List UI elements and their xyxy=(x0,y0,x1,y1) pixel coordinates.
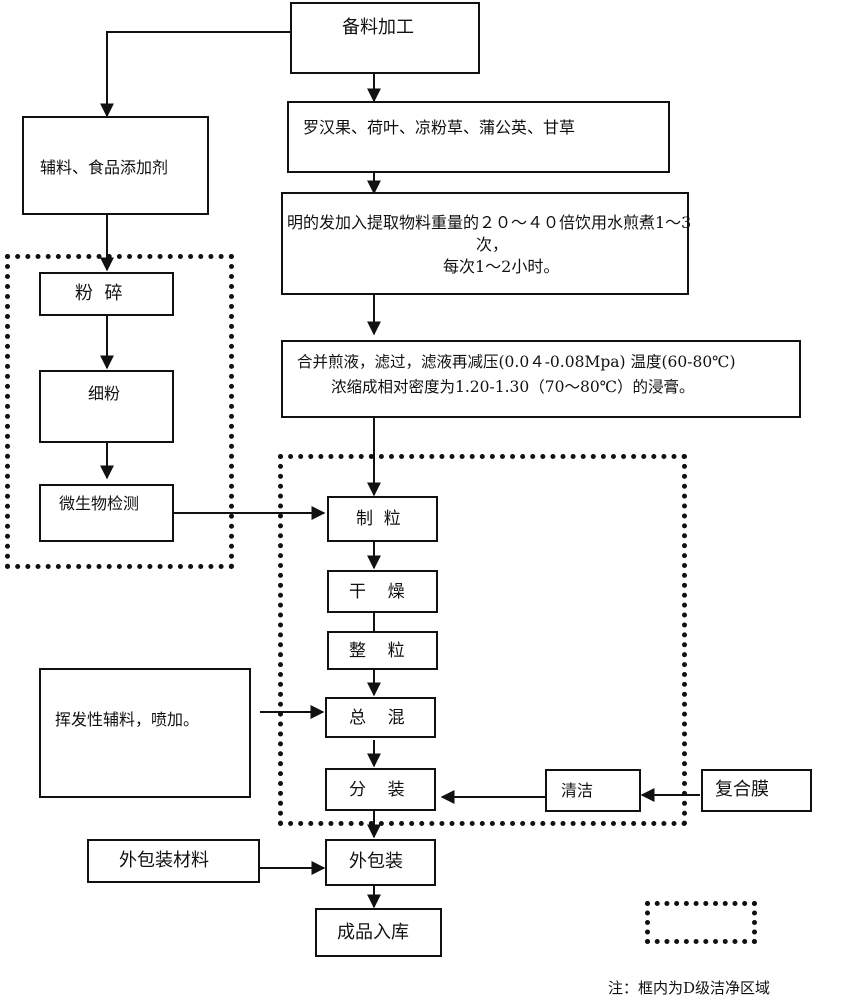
node-granulate-label: 制 粒 xyxy=(356,509,401,529)
node-warehouse-label: 成品入库 xyxy=(337,922,409,943)
node-excipient: 辅料、食品添加剂 xyxy=(22,116,209,215)
node-herbs-label: 罗汉果、荷叶、凉粉草、蒲公英、甘草 xyxy=(303,118,576,137)
node-micro-test: 微生物检测 xyxy=(39,484,174,542)
legend-clean-zone-sample xyxy=(645,901,757,944)
legend-note: 注：框内为D级洁净区域 xyxy=(608,979,771,997)
node-concentrate: 合并煎液，滤过，滤液再减压(0.0４-0.08Mpa) 温度(60-80℃) 浓… xyxy=(281,340,801,418)
node-granulate: 制 粒 xyxy=(327,496,438,542)
node-crush: 粉 碎 xyxy=(39,272,174,316)
node-decoct-line3: 每次1～2小时。 xyxy=(443,257,560,276)
node-outer-material-label: 外包装材料 xyxy=(119,850,209,871)
node-pack: 分 装 xyxy=(325,768,436,811)
node-size: 整 粒 xyxy=(327,631,438,670)
node-decoct: 明的发加入提取物料重量的２０～４０倍饮用水煎煮1～3 次， 每次1～2小时。 xyxy=(281,192,692,295)
flowchart: 备料加工 罗汉果、荷叶、凉粉草、蒲公英、甘草 明的发加入提取物料重量的２０～４０… xyxy=(0,0,855,1000)
arrow-prep-to-excipient xyxy=(100,31,290,118)
node-outer-pack-label: 外包装 xyxy=(349,851,403,872)
node-clean-label: 清洁 xyxy=(561,781,594,800)
node-prep: 备料加工 xyxy=(290,2,480,74)
node-concentrate-line2: 浓缩成相对密度为1.20-1.30（70～80℃）的浸膏。 xyxy=(331,378,695,396)
node-outer-pack: 外包装 xyxy=(325,839,436,886)
node-fine-powder: 细粉 xyxy=(39,370,174,443)
node-micro-label: 微生物检测 xyxy=(59,494,140,513)
node-decoct-line2: 次， xyxy=(476,235,509,254)
node-dry-label: 干 燥 xyxy=(349,582,405,602)
node-clean: 清洁 xyxy=(545,769,641,812)
node-concentrate-line1: 合并煎液，滤过，滤液再减压(0.0４-0.08Mpa) 温度(60-80℃) xyxy=(297,353,736,371)
node-film-label: 复合膜 xyxy=(715,779,769,800)
node-volatile-label: 挥发性辅料，喷加。 xyxy=(55,710,200,729)
node-warehouse: 成品入库 xyxy=(315,908,442,957)
node-volatile: 挥发性辅料，喷加。 xyxy=(39,668,251,798)
node-decoct-line1: 明的发加入提取物料重量的２０～４０倍饮用水煎煮1～3 xyxy=(287,213,692,232)
node-mix-label: 总 混 xyxy=(349,708,405,728)
node-film: 复合膜 xyxy=(701,769,812,812)
node-mix: 总 混 xyxy=(325,697,436,738)
node-dry: 干 燥 xyxy=(327,570,438,613)
node-prep-label: 备料加工 xyxy=(342,17,414,38)
node-crush-label: 粉 碎 xyxy=(75,283,123,304)
node-herbs: 罗汉果、荷叶、凉粉草、蒲公英、甘草 xyxy=(287,101,670,173)
node-outer-material: 外包装材料 xyxy=(87,839,260,883)
node-size-label: 整 粒 xyxy=(349,641,405,661)
node-pack-label: 分 装 xyxy=(349,780,405,800)
node-excipient-label: 辅料、食品添加剂 xyxy=(40,158,169,177)
node-fine-label: 细粉 xyxy=(88,384,121,403)
